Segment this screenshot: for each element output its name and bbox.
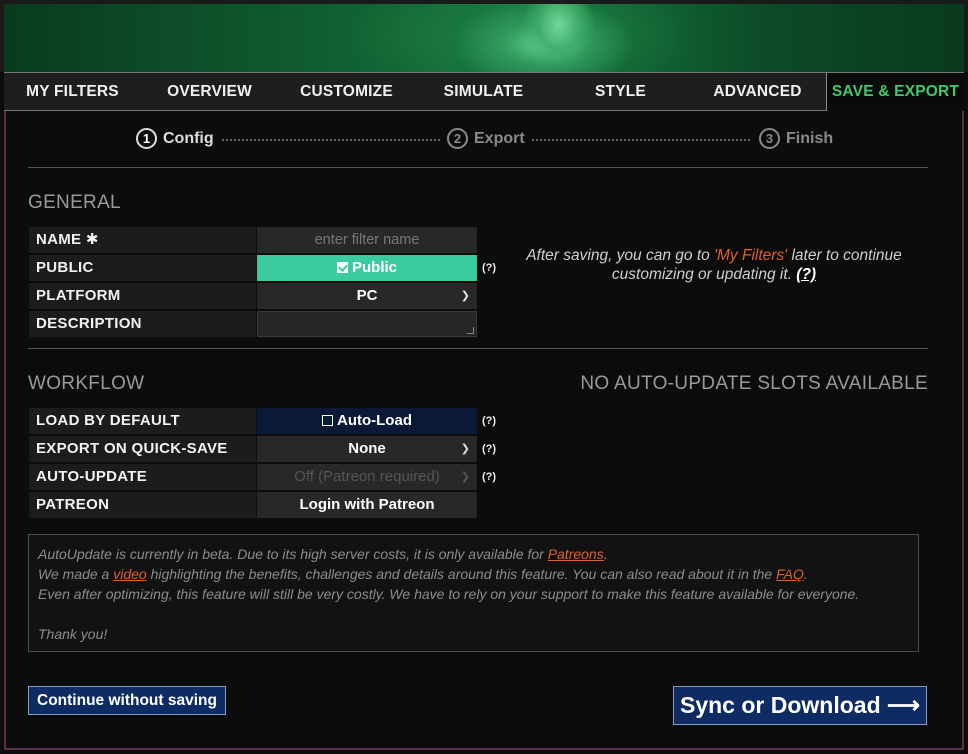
header-banner: [0, 0, 968, 72]
beta-thank-you: Thank you!: [38, 626, 108, 642]
public-toggle-label: Public: [351, 259, 397, 276]
export-quicksave-selected-value: None: [348, 440, 386, 457]
step-label: Config: [163, 129, 214, 147]
tab-simulate[interactable]: SIMULATE: [415, 73, 552, 111]
step-finish[interactable]: 3 Finish: [759, 128, 833, 149]
chevron-down-icon: ❯: [460, 443, 470, 455]
load-default-help-link[interactable]: (?): [482, 415, 496, 427]
continue-without-saving-button[interactable]: Continue without saving: [28, 686, 226, 715]
workflow-section-title: WORKFLOW: [28, 373, 145, 394]
platform-label: PLATFORM: [29, 283, 256, 309]
export-quicksave-help-link[interactable]: (?): [482, 443, 496, 455]
public-help-link[interactable]: (?): [482, 262, 496, 274]
save-hint: After saving, you can go to 'My Filters'…: [500, 246, 928, 284]
auto-load-label: Auto-Load: [337, 412, 412, 429]
step-label: Export: [474, 129, 525, 147]
tab-advanced[interactable]: ADVANCED: [689, 73, 826, 111]
my-filters-link[interactable]: 'My Filters': [714, 247, 787, 264]
export-quicksave-row: EXPORT ON QUICK-SAVE None ❯: [29, 436, 477, 462]
beta-notice-line: AutoUpdate is currently in beta. Due to …: [38, 544, 909, 564]
public-row: PUBLIC Public: [29, 255, 477, 281]
login-patreon-button[interactable]: Login with Patreon: [257, 492, 477, 518]
step-number: 3: [759, 128, 780, 149]
step-label: Finish: [786, 129, 834, 147]
step-connector: [222, 139, 440, 141]
auto-update-help-link[interactable]: (?): [482, 471, 496, 483]
save-hint-help-link[interactable]: (?): [796, 266, 816, 283]
auto-update-slots-status: NO AUTO-UPDATE SLOTS AVAILABLE: [580, 373, 928, 394]
beta-text: AutoUpdate is currently in beta. Due to …: [38, 546, 548, 562]
sync-or-download-button[interactable]: Sync or Download ⟶: [673, 686, 927, 725]
tab-my-filters[interactable]: MY FILTERS: [4, 73, 141, 111]
auto-update-row: AUTO-UPDATE Off (Patreon required) ❯: [29, 464, 477, 490]
auto-update-label: AUTO-UPDATE: [29, 464, 256, 490]
patreon-row: PATREON Login with Patreon: [29, 492, 477, 518]
tab-style[interactable]: STYLE: [552, 73, 689, 111]
divider: [28, 348, 928, 349]
export-quicksave-label: EXPORT ON QUICK-SAVE: [29, 436, 256, 462]
platform-row: PLATFORM PC ❯: [29, 283, 477, 309]
auto-update-selected-value: Off (Patreon required): [294, 468, 440, 485]
beta-notice: AutoUpdate is currently in beta. Due to …: [28, 534, 919, 652]
step-connector: [532, 139, 750, 141]
video-link[interactable]: video: [113, 566, 146, 582]
platform-select[interactable]: PC ❯: [257, 283, 477, 309]
name-label: NAME ✱: [29, 227, 256, 253]
chevron-down-icon: ❯: [460, 290, 470, 302]
load-default-row: LOAD BY DEFAULT Auto-Load: [29, 408, 477, 434]
description-row: DESCRIPTION: [29, 311, 477, 337]
main-nav-tabs: MY FILTERS OVERVIEW CUSTOMIZE SIMULATE S…: [4, 72, 964, 113]
description-label: DESCRIPTION: [29, 311, 256, 337]
resize-handle-icon[interactable]: [467, 327, 474, 334]
step-config[interactable]: 1 Config: [136, 128, 214, 149]
public-toggle[interactable]: Public: [257, 255, 477, 281]
name-row: NAME ✱ enter filter name: [29, 227, 477, 253]
auto-load-toggle[interactable]: Auto-Load: [257, 408, 477, 434]
divider: [28, 167, 928, 168]
beta-text: highlighting the benefits, challenges an…: [146, 566, 777, 582]
export-quicksave-select[interactable]: None ❯: [257, 436, 477, 462]
load-default-label: LOAD BY DEFAULT: [29, 408, 256, 434]
banner-artwork: [484, 4, 634, 72]
general-section-title: GENERAL: [28, 192, 121, 213]
auto-update-select[interactable]: Off (Patreon required) ❯: [257, 464, 477, 490]
step-number: 2: [447, 128, 468, 149]
step-indicator: 1 Config 2 Export 3 Finish: [0, 128, 968, 150]
patreons-link[interactable]: Patreons: [548, 546, 604, 562]
step-number: 1: [136, 128, 157, 149]
beta-notice-line: We made a video highlighting the benefit…: [38, 564, 909, 584]
faq-link[interactable]: FAQ: [776, 566, 804, 582]
description-textarea[interactable]: [257, 311, 477, 337]
checkbox-unchecked-icon: [322, 415, 333, 426]
beta-text: We made a: [38, 566, 114, 582]
step-export[interactable]: 2 Export: [447, 128, 525, 149]
patreon-label: PATREON: [29, 492, 256, 518]
tab-save-export[interactable]: SAVE & EXPORT: [826, 73, 964, 113]
save-hint-text: After saving, you can go to: [526, 247, 715, 264]
chevron-down-icon: ❯: [460, 471, 470, 483]
platform-selected-value: PC: [356, 287, 378, 304]
beta-text: .: [603, 546, 608, 562]
beta-text: .: [803, 566, 808, 582]
tab-customize[interactable]: CUSTOMIZE: [278, 73, 415, 111]
beta-notice-line: Even after optimizing, this feature will…: [38, 586, 860, 602]
public-label: PUBLIC: [29, 255, 256, 281]
tab-overview[interactable]: OVERVIEW: [141, 73, 278, 111]
checkbox-checked-icon: [336, 262, 348, 273]
filter-name-input[interactable]: enter filter name: [257, 227, 477, 253]
